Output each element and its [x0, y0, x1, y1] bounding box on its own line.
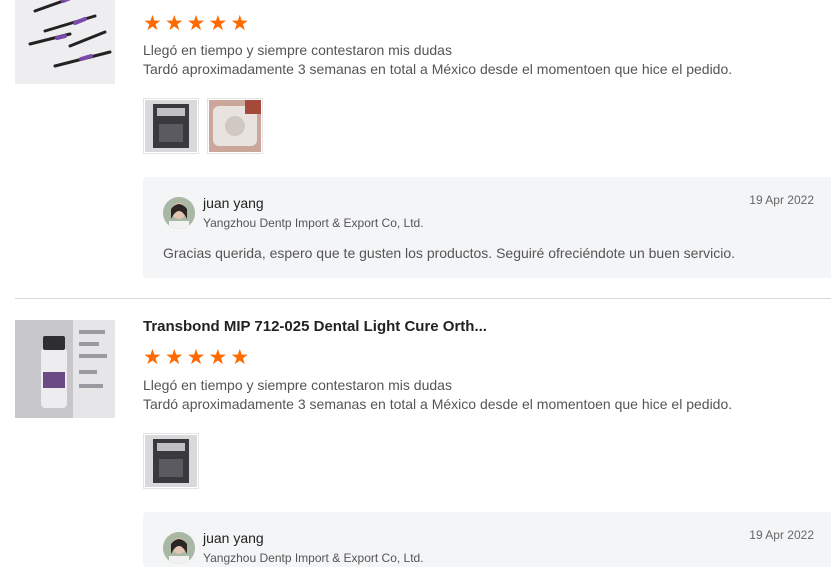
review-text-line: Tardó aproximadamente 3 semanas en total… [143, 61, 733, 77]
divider [15, 298, 831, 299]
seller-name: juan yang [203, 195, 264, 211]
product-thumbnail[interactable] [15, 320, 115, 418]
seller-name: juan yang [203, 530, 264, 546]
star-icon: ★ [230, 346, 250, 369]
review-text-line: Llegó en tiempo y siempre contestaron mi… [143, 377, 452, 393]
seller-reply: juan yang Yangzhou Dentp Import & Export… [143, 177, 831, 278]
review-photo[interactable] [207, 98, 263, 154]
star-icon: ★ [208, 12, 228, 35]
reply-text: Gracias querida, espero que te gusten lo… [163, 245, 736, 261]
star-icon: ★ [143, 12, 162, 35]
star-icon: ★ [164, 346, 184, 369]
review-photos [143, 433, 199, 489]
review-text-line: Tardó aproximadamente 3 semanas en total… [143, 396, 733, 412]
seller-reply: juan yang Yangzhou Dentp Import & Export… [143, 512, 831, 567]
review-photos [143, 98, 263, 154]
product-title[interactable]: Transbond MIP 712-025 Dental Light Cure … [143, 318, 487, 335]
reply-date: 19 Apr 2022 [749, 528, 814, 542]
star-icon: ★ [186, 346, 206, 369]
review-photo[interactable] [143, 433, 199, 489]
star-icon: ★ [230, 12, 250, 35]
star-icon: ★ [208, 346, 228, 369]
seller-company: Yangzhou Dentp Import & Export Co, Ltd. [203, 216, 424, 230]
star-icon: ★ [186, 12, 206, 35]
star-rating: ★ ★ ★ ★ ★ [143, 12, 250, 35]
review-photo[interactable] [143, 98, 199, 154]
avatar [163, 197, 195, 229]
star-rating: ★ ★ ★ ★ ★ [143, 346, 250, 369]
star-icon: ★ [143, 346, 162, 369]
seller-company: Yangzhou Dentp Import & Export Co, Ltd. [203, 551, 424, 565]
reply-date: 19 Apr 2022 [749, 193, 814, 207]
avatar [163, 532, 195, 564]
product-thumbnail[interactable] [15, 0, 115, 84]
review-text-line: Llegó en tiempo y siempre contestaron mi… [143, 42, 452, 58]
star-icon: ★ [164, 12, 184, 35]
